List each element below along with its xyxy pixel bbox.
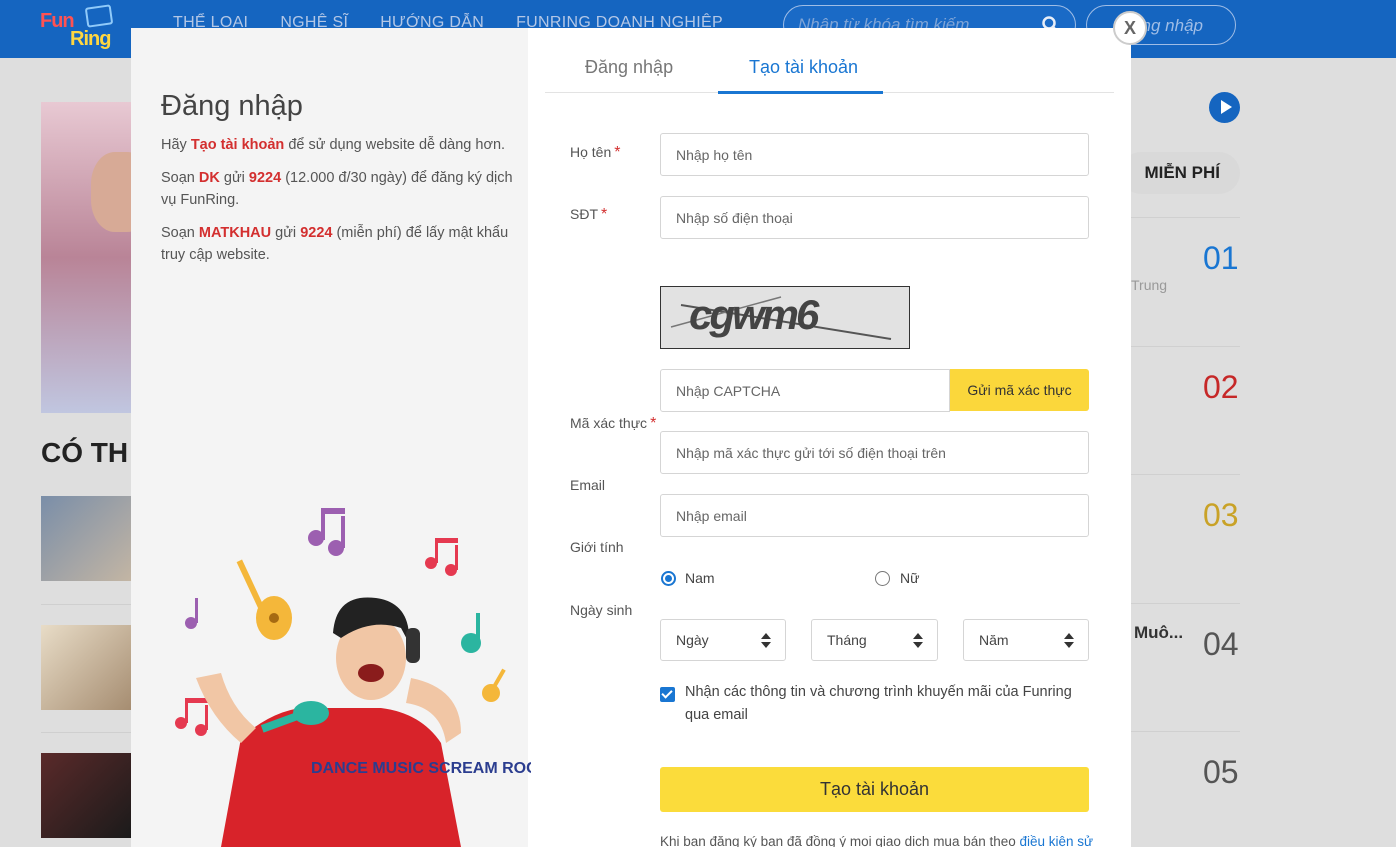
rank-artist: Trung — [1131, 277, 1168, 293]
required-mark: * — [601, 206, 608, 223]
active-tab-indicator — [718, 91, 883, 94]
modal-info-pane: Đăng nhập Hãy Tạo tài khoản để sử dụng w… — [131, 28, 531, 847]
divider — [1131, 474, 1240, 475]
info-title: Đăng nhập — [161, 90, 303, 122]
close-modal-button[interactable]: X — [1113, 11, 1147, 45]
select-arrows-icon — [1064, 633, 1074, 649]
email-label: Email — [570, 477, 606, 493]
tab-login[interactable]: Đăng nhập — [585, 57, 673, 78]
divider — [1131, 731, 1240, 732]
funring-logo[interactable]: Fun Ring — [40, 4, 130, 52]
rank-number: 05 — [1203, 754, 1239, 790]
divider — [1131, 217, 1240, 218]
rank-song-title[interactable]: Muô... — [1134, 623, 1183, 643]
song-thumbnail[interactable] — [41, 625, 133, 710]
name-field[interactable]: Nhập họ tên — [660, 133, 1089, 176]
section-title: CÓ TH — [41, 437, 129, 468]
otp-label: Mã xác thực * — [570, 415, 657, 432]
required-mark: * — [650, 415, 657, 432]
info-paragraph-create: Hãy Tạo tài khoản để sử dụng website dễ … — [161, 137, 506, 153]
music-note-icon — [482, 668, 506, 702]
phone-field[interactable]: Nhập số điện thoại — [660, 196, 1089, 239]
music-man-illustration: DANCE MUSIC SCREAM ROCK — [175, 508, 531, 847]
dob-month-select[interactable]: Tháng — [811, 619, 938, 661]
required-mark: * — [614, 144, 621, 161]
divider — [41, 732, 133, 733]
auth-tabs: Đăng nhập Tạo tài khoản — [545, 44, 1114, 94]
info-paragraph-register: Soạn DK gửi 9224 (12.000 đ/30 ngày) để đ… — [161, 170, 513, 208]
music-note-icon — [175, 698, 208, 736]
divider — [1131, 346, 1240, 347]
free-tab[interactable]: MIỄN PHÍ — [1120, 152, 1240, 194]
featured-artist-image[interactable] — [41, 102, 151, 413]
dob-year-select[interactable]: Năm — [963, 619, 1089, 661]
phone-label: SĐT * — [570, 206, 608, 223]
dob-day-select[interactable]: Ngày — [660, 619, 786, 661]
promo-label[interactable]: Nhận các thông tin và chương trình khuyế… — [685, 681, 1095, 727]
terms-text: Khi bạn đăng ký bạn đã đồng ý mọi giao d… — [660, 831, 1100, 847]
song-thumbnail[interactable] — [41, 496, 133, 581]
music-note-icon — [425, 538, 458, 576]
send-code-button[interactable]: Gửi mã xác thực — [950, 369, 1089, 411]
create-account-link[interactable]: Tạo tài khoản — [191, 137, 284, 153]
dob-label: Ngày sinh — [570, 602, 633, 618]
name-label: Họ tên * — [570, 144, 621, 161]
otp-field[interactable]: Nhập mã xác thực gửi tới số điện thoại t… — [660, 431, 1089, 474]
gender-male-label[interactable]: Nam — [685, 570, 715, 586]
select-arrows-icon — [913, 633, 923, 649]
song-thumbnail[interactable] — [41, 753, 133, 838]
captcha-field[interactable]: Nhập CAPTCHA — [660, 369, 950, 412]
captcha-image: cgwm6 — [660, 286, 910, 349]
rank-number: 02 — [1203, 369, 1239, 405]
gender-label: Giới tính — [570, 539, 624, 555]
gender-female-radio[interactable] — [875, 571, 890, 586]
divider — [41, 604, 133, 605]
svg-text:DANCE MUSIC SCREAM ROCK: DANCE MUSIC SCREAM ROCK — [311, 760, 531, 777]
rank-number: 03 — [1203, 497, 1239, 533]
music-note-icon — [308, 508, 345, 556]
gender-female-label[interactable]: Nữ — [900, 570, 919, 586]
rank-number: 04 — [1203, 626, 1239, 662]
music-note-icon — [185, 598, 198, 629]
select-arrows-icon — [761, 633, 771, 649]
rank-number: 01 — [1203, 240, 1239, 276]
create-account-button[interactable]: Tạo tài khoản — [660, 767, 1089, 812]
music-note-icon — [461, 613, 481, 653]
info-paragraph-password: Soạn MATKHAU gửi 9224 (miễn phí) để lấy … — [161, 225, 509, 263]
captcha-text: cgwm6 — [689, 291, 819, 338]
gender-male-radio[interactable] — [661, 571, 676, 586]
register-modal: Đăng nhập Hãy Tạo tài khoản để sử dụng w… — [131, 28, 1131, 847]
register-form-pane: Đăng nhập Tạo tài khoản Họ tên * Nhập họ … — [545, 44, 1114, 847]
tab-create-account[interactable]: Tạo tài khoản — [749, 57, 858, 78]
email-field[interactable]: Nhập email — [660, 494, 1089, 537]
play-icon[interactable] — [1209, 92, 1240, 123]
divider — [1131, 603, 1240, 604]
promo-checkbox[interactable] — [660, 687, 675, 702]
ukulele-icon — [236, 559, 292, 640]
